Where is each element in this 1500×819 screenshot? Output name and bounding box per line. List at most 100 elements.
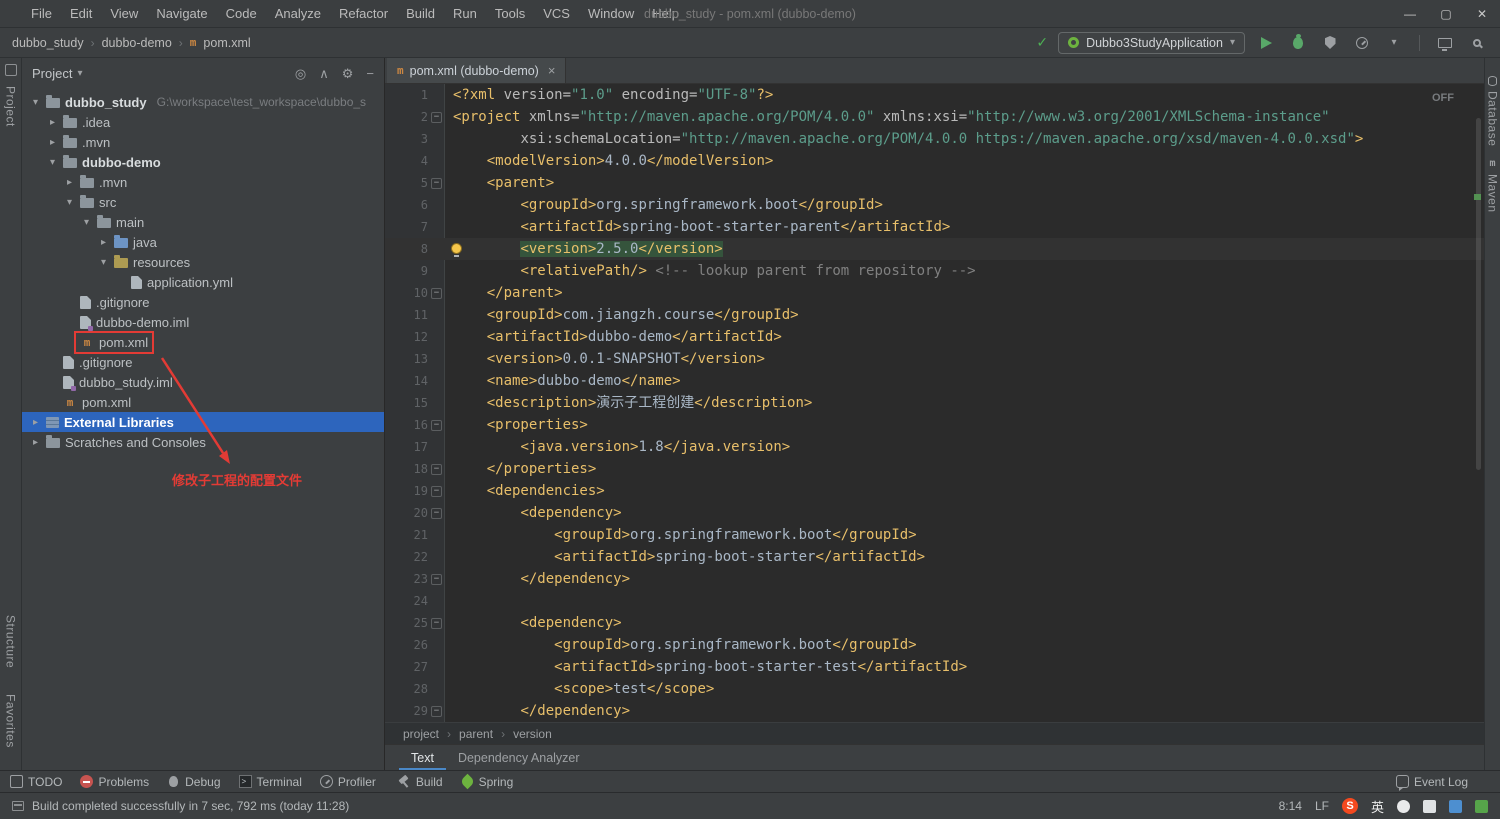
toolwindow-button-problems[interactable]: Problems bbox=[80, 775, 149, 789]
layout-button[interactable] bbox=[1434, 32, 1456, 54]
code-line-1[interactable]: 1 <?xml version="1.0" encoding="UTF-8"?> bbox=[385, 84, 1484, 106]
caret-position-widget[interactable]: 8:14 bbox=[1279, 799, 1302, 813]
code-line-2[interactable]: 2− <project xmlns="http://maven.apache.or… bbox=[385, 106, 1484, 128]
chevron-right-icon[interactable]: ▸ bbox=[28, 417, 43, 428]
chevron-right-icon[interactable]: ▸ bbox=[96, 237, 111, 248]
tree-item-gitignore[interactable]: .gitignore bbox=[22, 352, 384, 372]
code-line-29[interactable]: 29− </dependency> bbox=[385, 700, 1484, 722]
project-panel-title[interactable]: Project bbox=[32, 66, 72, 81]
tree-item-mvn[interactable]: ▸ .mvn bbox=[22, 172, 384, 192]
code-line-18[interactable]: 18− </properties> bbox=[385, 458, 1484, 480]
line-separator-widget[interactable]: LF bbox=[1315, 799, 1329, 813]
toolwindow-button-debug[interactable]: Debug bbox=[167, 775, 221, 789]
tree-item-dubbo-study-iml[interactable]: dubbo_study.iml bbox=[22, 372, 384, 392]
sogou-ime-icon[interactable]: S bbox=[1341, 798, 1358, 814]
code-line-19[interactable]: 19− <dependencies> bbox=[385, 480, 1484, 502]
tree-item-application-yml[interactable]: application.yml bbox=[22, 272, 384, 292]
code-line-4[interactable]: 4 <modelVersion>4.0.0</modelVersion> bbox=[385, 150, 1484, 172]
xml-breadcrumb-parent[interactable]: parent bbox=[459, 727, 493, 741]
menu-navigate[interactable]: Navigate bbox=[147, 0, 216, 28]
menu-tools[interactable]: Tools bbox=[486, 0, 534, 28]
code-line-14[interactable]: 14 <name>dubbo-demo</name> bbox=[385, 370, 1484, 392]
tree-item-idea[interactable]: ▸ .idea bbox=[22, 112, 384, 132]
fold-marker-icon[interactable]: − bbox=[431, 419, 442, 431]
menu-file[interactable]: File bbox=[22, 0, 61, 28]
debug-button[interactable] bbox=[1287, 32, 1309, 54]
toolwindow-button-profiler[interactable]: Profiler bbox=[319, 775, 376, 789]
code-line-16[interactable]: 16− <properties> bbox=[385, 414, 1484, 436]
tree-item-resources[interactable]: ▾ resources bbox=[22, 252, 384, 272]
editor-view-tab-dependency-analyzer[interactable]: Dependency Analyzer bbox=[446, 745, 592, 771]
code-line-9[interactable]: 9 <relativePath/> <!-- lookup parent fro… bbox=[385, 260, 1484, 282]
tree-item-dubbo-demo[interactable]: ▾ dubbo-demo bbox=[22, 152, 384, 172]
close-tab-icon[interactable]: × bbox=[548, 63, 556, 78]
intention-bulb-icon[interactable] bbox=[451, 243, 462, 257]
chevron-down-icon[interactable]: ▾ bbox=[96, 257, 111, 268]
menu-analyze[interactable]: Analyze bbox=[266, 0, 330, 28]
run-button[interactable] bbox=[1255, 32, 1277, 54]
xml-breadcrumb-version[interactable]: version bbox=[513, 727, 552, 741]
code-line-24[interactable]: 24 bbox=[385, 590, 1484, 612]
ime-fullhalf-icon[interactable] bbox=[1397, 799, 1410, 813]
scrollbar-thumb[interactable] bbox=[1476, 118, 1481, 470]
tree-item-pom-xml[interactable]: m pom.xml bbox=[22, 330, 384, 354]
editor-tab-pom-xml[interactable]: m pom.xml (dubbo-demo) × bbox=[387, 58, 567, 83]
code-editor[interactable]: 1 <?xml version="1.0" encoding="UTF-8"?> 2… bbox=[385, 84, 1484, 722]
chevron-right-icon[interactable]: ▸ bbox=[45, 117, 60, 128]
tree-item-main[interactable]: ▾ main bbox=[22, 212, 384, 232]
menu-view[interactable]: View bbox=[101, 0, 147, 28]
ime-emoji-icon[interactable] bbox=[1449, 799, 1462, 813]
toolwindow-button-todo[interactable]: TODO bbox=[10, 775, 62, 789]
more-run-options-chevron[interactable]: ▾ bbox=[1383, 32, 1405, 54]
code-line-12[interactable]: 12 <artifactId>dubbo-demo</artifactId> bbox=[385, 326, 1484, 348]
toolwindow-button-maven[interactable]: m Maven bbox=[1486, 158, 1500, 213]
toolwindow-button-structure[interactable]: Structure bbox=[4, 615, 18, 668]
code-line-28[interactable]: 28 <scope>test</scope> bbox=[385, 678, 1484, 700]
code-line-3[interactable]: 3 xsi:schemaLocation="http://maven.apach… bbox=[385, 128, 1484, 150]
code-line-26[interactable]: 26 <groupId>org.springframework.boot</gr… bbox=[385, 634, 1484, 656]
chevron-down-icon[interactable]: ▾ bbox=[79, 217, 94, 228]
menu-refactor[interactable]: Refactor bbox=[330, 0, 397, 28]
close-button[interactable]: ✕ bbox=[1464, 0, 1500, 27]
chevron-down-icon[interactable]: ▾ bbox=[45, 157, 60, 168]
breadcrumb-dubbo-demo[interactable]: dubbo-demo bbox=[102, 36, 172, 50]
ime-toolbox-icon[interactable] bbox=[1475, 799, 1488, 813]
tree-item-pom-xml[interactable]: m pom.xml bbox=[22, 392, 384, 412]
code-line-7[interactable]: 7 <artifactId>spring-boot-starter-parent… bbox=[385, 216, 1484, 238]
locate-file-icon[interactable]: ◎ bbox=[295, 67, 306, 80]
code-line-21[interactable]: 21 <groupId>org.springframework.boot</gr… bbox=[385, 524, 1484, 546]
chevron-right-icon[interactable]: ▸ bbox=[28, 437, 43, 448]
toolwindow-button-favorites[interactable]: Favorites bbox=[4, 694, 18, 748]
fold-marker-icon[interactable]: − bbox=[431, 463, 442, 475]
code-line-25[interactable]: 25− <dependency> bbox=[385, 612, 1484, 634]
tree-item-dubbo-demo-iml[interactable]: dubbo-demo.iml bbox=[22, 312, 384, 332]
code-line-10[interactable]: 10− </parent> bbox=[385, 282, 1484, 304]
toolwindow-button-build[interactable]: Build bbox=[398, 775, 443, 789]
breadcrumb-pom-xml[interactable]: pom.xml bbox=[203, 36, 250, 50]
fold-marker-icon[interactable]: − bbox=[431, 617, 442, 629]
ime-keyboard-icon[interactable] bbox=[1423, 799, 1436, 813]
toolwindow-button-event-log[interactable]: Event Log bbox=[1395, 775, 1468, 789]
fold-marker-icon[interactable]: − bbox=[431, 573, 442, 585]
tree-item-src[interactable]: ▾ src bbox=[22, 192, 384, 212]
tree-item-scratches-and-consoles[interactable]: ▸ Scratches and Consoles bbox=[22, 432, 384, 452]
code-line-27[interactable]: 27 <artifactId>spring-boot-starter-test<… bbox=[385, 656, 1484, 678]
fold-marker-icon[interactable]: − bbox=[431, 485, 442, 497]
gear-icon[interactable]: ⚙ bbox=[342, 67, 354, 80]
chevron-right-icon[interactable]: ▸ bbox=[45, 137, 60, 148]
tree-item-dubbo-study[interactable]: ▾ dubbo_study G:\workspace\test_workspace\… bbox=[22, 92, 384, 112]
chevron-down-icon[interactable]: ▾ bbox=[28, 97, 43, 108]
collapse-all-icon[interactable]: ∧ bbox=[319, 67, 329, 80]
tree-item-mvn[interactable]: ▸ .mvn bbox=[22, 132, 384, 152]
code-line-13[interactable]: 13 <version>0.0.1-SNAPSHOT</version> bbox=[385, 348, 1484, 370]
inspection-highlighting-badge[interactable]: OFF bbox=[1432, 92, 1454, 104]
code-line-22[interactable]: 22 <artifactId>spring-boot-starter</arti… bbox=[385, 546, 1484, 568]
hide-panel-icon[interactable]: − bbox=[366, 67, 374, 80]
minimize-button[interactable]: — bbox=[1392, 0, 1428, 27]
chevron-right-icon[interactable]: ▸ bbox=[62, 177, 77, 188]
editor-view-tab-text[interactable]: Text bbox=[399, 745, 446, 771]
toolwindow-button-spring[interactable]: Spring bbox=[459, 773, 513, 790]
code-line-5[interactable]: 5− <parent> bbox=[385, 172, 1484, 194]
search-everywhere-button[interactable] bbox=[1466, 32, 1488, 54]
code-line-11[interactable]: 11 <groupId>com.jiangzh.course</groupId> bbox=[385, 304, 1484, 326]
